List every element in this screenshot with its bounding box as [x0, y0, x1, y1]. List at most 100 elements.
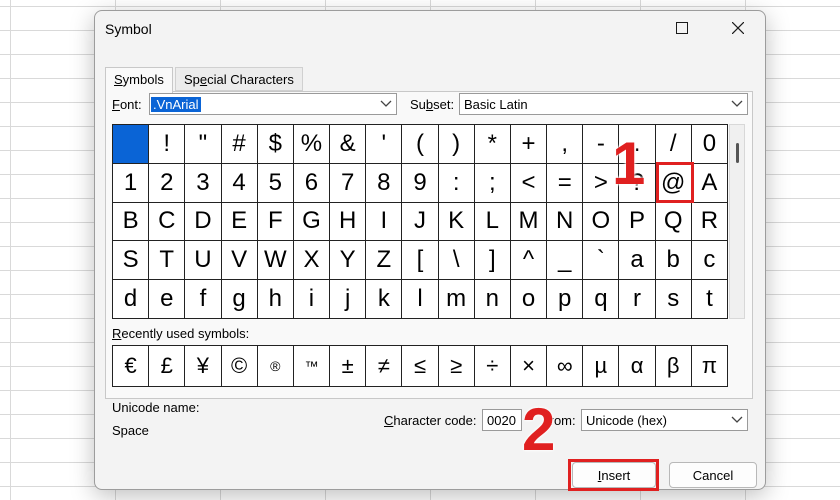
symbol-cell[interactable]: i	[293, 280, 331, 319]
symbol-cell[interactable]: n	[474, 280, 511, 319]
symbol-cell[interactable]: 9	[402, 163, 439, 203]
recent-symbol-cell[interactable]: ¥	[185, 346, 222, 387]
recent-symbol-cell[interactable]: µ	[583, 346, 620, 387]
symbol-cell[interactable]: p	[547, 280, 584, 319]
symbol-cell[interactable]: 3	[185, 163, 222, 203]
symbol-cell[interactable]: R	[691, 202, 728, 242]
symbol-cell[interactable]: _	[547, 241, 584, 281]
symbol-cell[interactable]: ,	[547, 125, 584, 164]
recent-symbol-cell[interactable]: α	[619, 346, 656, 387]
insert-button[interactable]: Insert	[572, 462, 656, 488]
subset-select[interactable]: Basic Latin	[459, 93, 748, 115]
cancel-button[interactable]: Cancel	[669, 462, 757, 488]
symbol-cell[interactable]: b	[655, 241, 692, 281]
chevron-down-icon[interactable]	[376, 94, 396, 114]
scroll-thumb[interactable]	[736, 143, 739, 163]
recent-symbol-cell[interactable]: β	[655, 346, 692, 387]
symbol-cell[interactable]: 5	[257, 163, 294, 203]
symbol-cell[interactable]: !	[149, 125, 186, 164]
from-select[interactable]: Unicode (hex)	[581, 409, 748, 431]
symbol-cell[interactable]: \	[438, 241, 475, 281]
symbol-cell[interactable]: )	[438, 125, 475, 164]
chevron-down-icon[interactable]	[727, 410, 747, 430]
symbol-cell[interactable]: 0	[691, 125, 728, 164]
symbol-cell[interactable]: s	[655, 280, 692, 319]
symbol-cell[interactable]: 4	[221, 163, 258, 203]
recent-symbol-cell[interactable]: ©	[221, 346, 258, 387]
symbol-cell[interactable]: %	[293, 125, 331, 164]
symbol-cell-selected[interactable]	[113, 125, 150, 164]
symbol-cell[interactable]: B	[113, 202, 150, 242]
symbol-cell[interactable]: :	[438, 163, 475, 203]
symbol-cell[interactable]: Z	[366, 241, 403, 281]
symbol-cell[interactable]: W	[257, 241, 294, 281]
recent-symbol-cell[interactable]: ≤	[402, 346, 439, 387]
recent-symbol-cell[interactable]: £	[149, 346, 186, 387]
symbol-cell[interactable]: k	[366, 280, 403, 319]
symbol-cell[interactable]: H	[330, 202, 367, 242]
symbol-cell[interactable]: c	[691, 241, 728, 281]
symbol-cell[interactable]: 8	[366, 163, 403, 203]
tab-special-characters[interactable]: Special Characters	[175, 67, 303, 91]
tab-symbols[interactable]: Symbols	[105, 67, 173, 93]
symbol-cell[interactable]: A	[691, 163, 728, 203]
symbol-cell[interactable]: M	[510, 202, 548, 242]
symbol-cell[interactable]: Q	[655, 202, 692, 242]
symbol-cell[interactable]: q	[583, 280, 620, 319]
symbol-cell[interactable]: U	[185, 241, 222, 281]
symbol-cell[interactable]: r	[619, 280, 656, 319]
symbol-cell[interactable]: F	[257, 202, 294, 242]
symbol-cell[interactable]: m	[438, 280, 475, 319]
recent-symbol-cell[interactable]: ≠	[366, 346, 403, 387]
symbol-cell[interactable]: 2	[149, 163, 186, 203]
symbol-cell[interactable]: j	[330, 280, 367, 319]
symbol-cell[interactable]: *	[474, 125, 511, 164]
symbol-cell[interactable]: Y	[330, 241, 367, 281]
recent-symbol-cell[interactable]: ×	[510, 346, 548, 387]
font-select[interactable]: .VnArial	[149, 93, 397, 115]
symbol-cell[interactable]: S	[113, 241, 150, 281]
symbol-cell[interactable]: O	[583, 202, 620, 242]
symbol-cell[interactable]: +	[510, 125, 548, 164]
symbol-cell[interactable]: e	[149, 280, 186, 319]
recent-symbol-cell[interactable]: π	[691, 346, 728, 387]
symbol-cell[interactable]: <	[510, 163, 548, 203]
symbol-cell[interactable]: =	[547, 163, 584, 203]
symbol-cell[interactable]: a	[619, 241, 656, 281]
recent-symbols-grid[interactable]: € £ ¥ © ® ™ ± ≠ ≤ ≥ ÷ × ∞ µ α β π	[112, 345, 728, 387]
recent-symbol-cell[interactable]: ≥	[438, 346, 475, 387]
symbol-cell[interactable]: $	[257, 125, 294, 164]
symbol-cell[interactable]: ;	[474, 163, 511, 203]
symbol-cell[interactable]: [	[402, 241, 439, 281]
maximize-button[interactable]	[659, 11, 705, 45]
symbol-cell[interactable]: L	[474, 202, 511, 242]
symbol-cell[interactable]: '	[366, 125, 403, 164]
recent-symbol-cell[interactable]: ÷	[474, 346, 511, 387]
symbol-cell[interactable]: I	[366, 202, 403, 242]
symbol-cell[interactable]: E	[221, 202, 258, 242]
chevron-down-icon[interactable]	[727, 94, 747, 114]
symbol-cell[interactable]: T	[149, 241, 186, 281]
symbol-cell[interactable]: d	[113, 280, 150, 319]
symbol-cell[interactable]: D	[185, 202, 222, 242]
symbol-cell[interactable]: (	[402, 125, 439, 164]
symbol-cell[interactable]: @	[655, 163, 692, 203]
symbol-cell[interactable]: "	[185, 125, 222, 164]
symbol-cell[interactable]: ]	[474, 241, 511, 281]
symbol-cell[interactable]: P	[619, 202, 656, 242]
symbol-cell[interactable]: N	[547, 202, 584, 242]
symbol-cell[interactable]: `	[583, 241, 620, 281]
recent-symbol-cell[interactable]: ®	[257, 346, 294, 387]
symbol-cell[interactable]: h	[257, 280, 294, 319]
recent-symbol-cell[interactable]: ∞	[547, 346, 584, 387]
symbol-grid-scrollbar[interactable]	[729, 124, 745, 319]
symbol-cell[interactable]: ^	[510, 241, 548, 281]
symbol-cell[interactable]: f	[185, 280, 222, 319]
symbol-cell[interactable]: G	[293, 202, 331, 242]
recent-symbol-cell[interactable]: ±	[330, 346, 367, 387]
recent-symbol-cell[interactable]: ™	[293, 346, 331, 387]
close-button[interactable]	[715, 11, 761, 45]
character-code-input[interactable]: 0020	[482, 409, 522, 431]
symbol-cell[interactable]: /	[655, 125, 692, 164]
symbol-cell[interactable]: J	[402, 202, 439, 242]
